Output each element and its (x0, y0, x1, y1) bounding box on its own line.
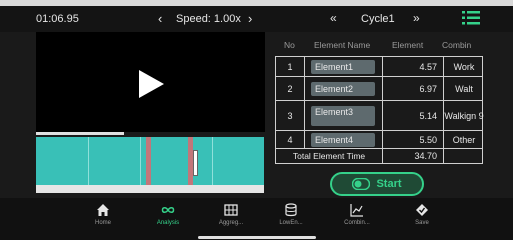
video-time: 01:06.95 (36, 13, 79, 25)
database-icon (285, 203, 297, 217)
nav-save[interactable]: Save (391, 203, 453, 226)
bottom-navigation: Home Analysis Aggreg... LowEn... Combin.… (0, 198, 513, 240)
combination-cell[interactable]: Walt (444, 77, 484, 100)
element-time-cell: 5.50 (382, 131, 444, 148)
nav-label: Home (94, 220, 111, 226)
start-label: Start (376, 178, 402, 190)
element-time-cell: 5.14 (382, 101, 444, 130)
nav-label: Analysis (156, 220, 180, 226)
toggle-icon (352, 178, 371, 190)
timeline-divider (88, 137, 89, 185)
video-progress-bar[interactable] (36, 132, 124, 135)
element-name-field[interactable]: Element1 (311, 59, 375, 74)
timeline-marker[interactable] (146, 137, 151, 185)
column-header-element-name: Element Name (314, 40, 371, 50)
nav-label: Save (415, 220, 429, 226)
table-row[interactable]: 2 Element2 6.97 Walt (275, 76, 483, 100)
cycle-label: Cycle1 (361, 13, 395, 25)
element-name-cell[interactable]: Element1 (304, 57, 383, 76)
top-bar: 01:06.95 ‹ Speed: 1.00x › « Cycle1 » (0, 6, 513, 32)
total-element-time-value: 34.70 (382, 149, 444, 163)
element-time-cell: 6.97 (382, 77, 444, 100)
video-player[interactable] (36, 32, 265, 132)
nav-label: Aggreg... (218, 220, 244, 226)
speed-decrease-button[interactable]: ‹ (158, 11, 162, 26)
row-number: 2 (276, 77, 305, 100)
column-header-element: Element (392, 40, 424, 50)
column-header-combin: Combin (442, 40, 472, 50)
element-name-field[interactable]: Element3 (311, 105, 375, 126)
timeline-cursor[interactable] (193, 150, 198, 176)
element-time-cell: 4.57 (382, 57, 444, 76)
timeline-divider (212, 137, 213, 185)
element-name-field[interactable]: Element2 (311, 81, 375, 96)
chart-icon (350, 204, 363, 217)
table-row[interactable]: 3 Element3 5.14 Walkign 9 (275, 100, 484, 130)
nav-analysis[interactable]: Analysis (137, 203, 199, 226)
element-name-cell[interactable]: Element4 (304, 131, 383, 148)
speed-label: Speed: 1.00x (176, 13, 241, 25)
play-icon[interactable] (137, 69, 165, 99)
row-number: 1 (276, 57, 305, 76)
next-cycle-button[interactable]: » (413, 11, 420, 25)
total-row: Total Element Time 34.70 (275, 148, 483, 164)
grid-icon (224, 204, 238, 216)
combination-cell[interactable]: Walkign 9 (444, 101, 484, 130)
combination-cell[interactable]: Other (444, 131, 484, 148)
element-name-field[interactable]: Element4 (311, 132, 375, 147)
timeline-divider (140, 137, 141, 185)
row-number: 4 (276, 131, 305, 148)
nav-home[interactable]: Home (72, 203, 134, 226)
home-icon (97, 204, 109, 216)
infinity-icon (161, 207, 175, 213)
total-element-time-label: Total Element Time (276, 149, 383, 163)
save-icon (416, 204, 428, 216)
nav-lowen[interactable]: LowEn... (260, 203, 322, 226)
home-indicator (198, 236, 316, 239)
previous-cycle-button[interactable]: « (330, 11, 337, 25)
combination-cell[interactable]: Work (444, 57, 484, 76)
element-name-cell[interactable]: Element2 (304, 77, 383, 100)
nav-label: Combin... (344, 220, 370, 226)
column-header-no: No (284, 40, 295, 50)
list-icon[interactable] (462, 11, 480, 25)
nav-label: LowEn... (279, 220, 303, 226)
start-button[interactable]: Start (330, 172, 424, 196)
row-number: 3 (276, 101, 305, 130)
table-row[interactable]: 4 Element4 5.50 Other (275, 130, 483, 148)
nav-combination[interactable]: Combin... (326, 203, 388, 226)
speed-increase-button[interactable]: › (248, 11, 252, 26)
element-name-cell[interactable]: Element3 (304, 101, 383, 130)
nav-aggregate[interactable]: Aggreg... (200, 203, 262, 226)
timeline-ruler (36, 185, 264, 193)
element-table: No Element Name Element Combin 1 Element… (270, 32, 485, 168)
table-row[interactable]: 1 Element1 4.57 Work (275, 56, 483, 76)
